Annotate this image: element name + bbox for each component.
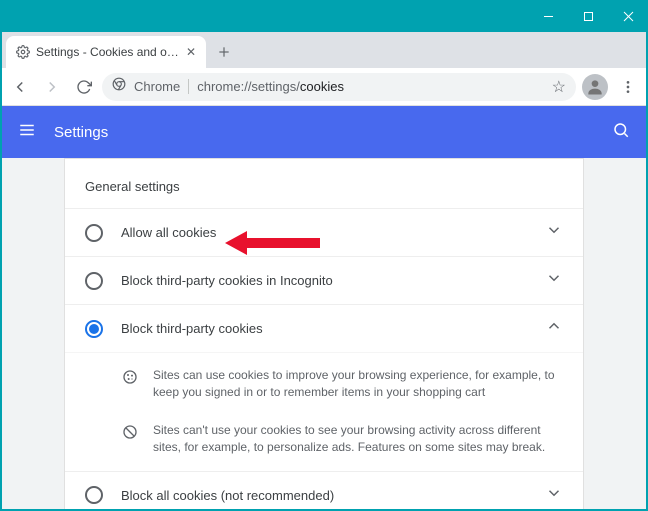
radio-icon <box>85 320 103 338</box>
content-viewport: General settings Allow all cookies Block… <box>2 158 646 509</box>
window-titlebar <box>0 0 648 32</box>
minimize-button[interactable] <box>528 0 568 32</box>
radio-label: Block third-party cookies <box>121 321 545 336</box>
cookie-icon <box>121 367 139 402</box>
settings-header: Settings <box>0 106 648 158</box>
chrome-info-icon <box>112 77 126 96</box>
radio-icon <box>85 224 103 242</box>
search-icon[interactable] <box>612 121 630 144</box>
radio-label: Block third-party cookies in Incognito <box>121 273 545 288</box>
settings-card: General settings Allow all cookies Block… <box>64 158 584 509</box>
close-button[interactable] <box>608 0 648 32</box>
section-title: General settings <box>65 175 583 208</box>
address-bar[interactable]: Chrome chrome://settings/cookies ☆ <box>102 73 576 101</box>
tab-settings[interactable]: Settings - Cookies and other site ✕ <box>6 36 206 68</box>
radio-icon <box>85 272 103 290</box>
new-tab-button[interactable] <box>210 38 238 66</box>
block-icon <box>121 422 139 457</box>
radio-block-third-party[interactable]: Block third-party cookies <box>65 304 583 352</box>
radio-detail: Sites can use cookies to improve your br… <box>65 352 583 471</box>
omnibox-scheme: Chrome <box>134 79 189 94</box>
browser-toolbar: Chrome chrome://settings/cookies ☆ <box>0 68 648 106</box>
tab-close-icon[interactable]: ✕ <box>186 45 196 59</box>
reload-button[interactable] <box>70 73 98 101</box>
hamburger-icon[interactable] <box>18 121 36 144</box>
radio-label: Allow all cookies <box>121 225 545 240</box>
maximize-button[interactable] <box>568 0 608 32</box>
chevron-up-icon <box>545 317 563 340</box>
detail-row: Sites can't use your cookies to see your… <box>121 412 563 467</box>
detail-row: Sites can use cookies to improve your br… <box>121 357 563 412</box>
radio-block-incognito[interactable]: Block third-party cookies in Incognito <box>65 256 583 304</box>
omnibox-url: chrome://settings/cookies <box>197 79 543 94</box>
forward-button[interactable] <box>38 73 66 101</box>
radio-block-all[interactable]: Block all cookies (not recommended) <box>65 471 583 509</box>
radio-icon <box>85 486 103 504</box>
radio-allow-all[interactable]: Allow all cookies <box>65 208 583 256</box>
gear-icon <box>16 45 30 59</box>
tab-strip: Settings - Cookies and other site ✕ <box>0 32 648 68</box>
profile-avatar[interactable] <box>582 74 608 100</box>
detail-text: Sites can use cookies to improve your br… <box>153 367 563 402</box>
chevron-down-icon <box>545 269 563 292</box>
bookmark-star-icon[interactable]: ☆ <box>552 77 566 97</box>
chevron-down-icon <box>545 484 563 507</box>
detail-text: Sites can't use your cookies to see your… <box>153 422 563 457</box>
kebab-menu-icon[interactable] <box>614 73 642 101</box>
radio-label: Block all cookies (not recommended) <box>121 488 545 503</box>
back-button[interactable] <box>6 73 34 101</box>
settings-title: Settings <box>54 124 612 141</box>
chevron-down-icon <box>545 221 563 244</box>
scroll-area[interactable]: General settings Allow all cookies Block… <box>2 158 646 509</box>
tab-title: Settings - Cookies and other site <box>36 45 180 59</box>
